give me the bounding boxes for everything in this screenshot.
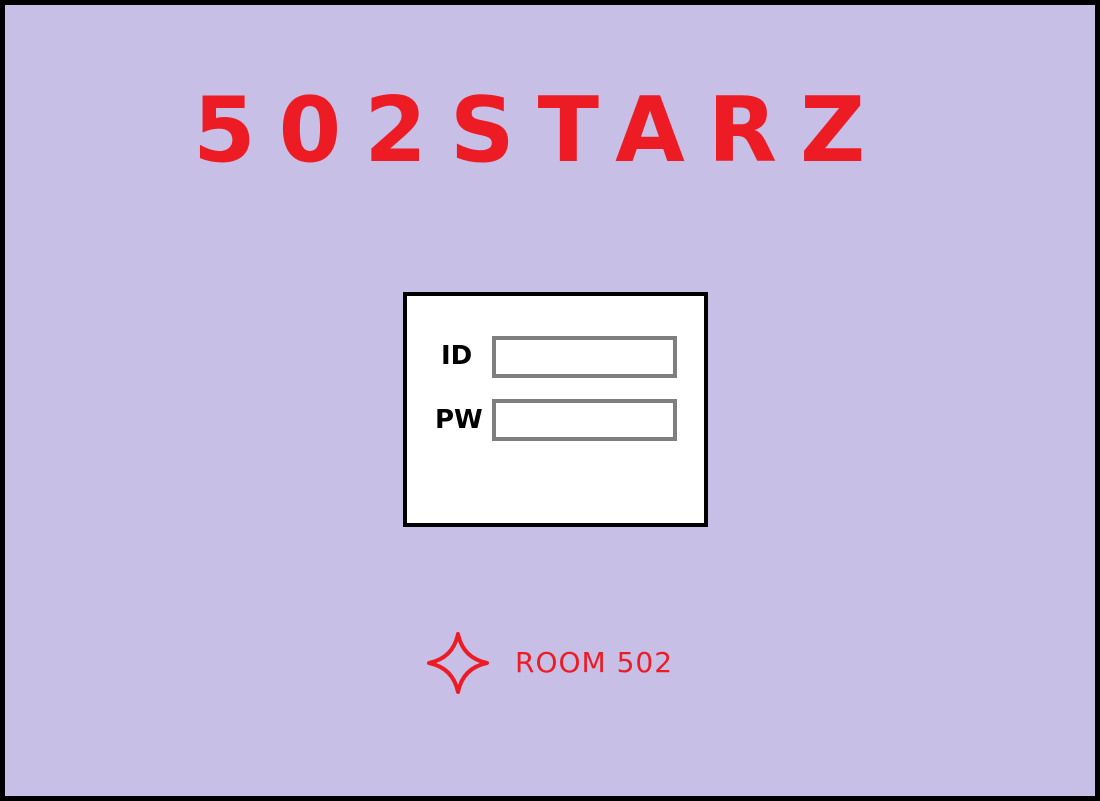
four-point-star-icon: [427, 632, 489, 694]
id-label: ID: [441, 341, 473, 371]
room-footer: ROOM 502: [425, 630, 725, 698]
pw-label: PW: [435, 405, 483, 435]
login-panel: ID PW: [403, 292, 708, 527]
room-label: ROOM 502: [515, 646, 674, 679]
app-window: 502STARZ ID PW ROOM 502: [0, 0, 1100, 801]
pw-input[interactable]: [492, 399, 677, 441]
app-title: 502STARZ: [193, 78, 889, 183]
id-input[interactable]: [492, 336, 677, 378]
